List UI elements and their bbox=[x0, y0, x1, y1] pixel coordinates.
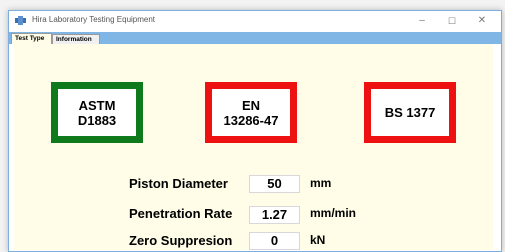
standard-en-button[interactable]: EN 13286-47 bbox=[205, 82, 297, 143]
tab-information[interactable]: Information bbox=[52, 34, 100, 44]
penetration-rate-unit: mm/min bbox=[310, 206, 357, 220]
test-type-panel: ASTM D1883 EN 13286-47 BS 1377 Piston Di… bbox=[14, 44, 493, 250]
piston-diameter-field[interactable]: 50 bbox=[249, 175, 300, 193]
standard-astm-line1: ASTM bbox=[78, 98, 116, 113]
standard-en-line1: EN bbox=[241, 98, 261, 113]
window-title: Hira Laboratory Testing Equipment bbox=[32, 15, 156, 24]
standard-bs-button[interactable]: BS 1377 bbox=[364, 82, 456, 143]
piston-diameter-label: Piston Diameter bbox=[129, 176, 228, 191]
minimize-button[interactable]: – bbox=[407, 11, 437, 31]
penetration-rate-field[interactable]: 1.27 bbox=[249, 206, 300, 224]
standard-bs-label: BS 1377 bbox=[384, 105, 436, 120]
zero-suppression-unit: kN bbox=[310, 233, 326, 247]
piston-diameter-unit: mm bbox=[310, 176, 332, 190]
standard-astm-line2: D1883 bbox=[77, 113, 117, 128]
title-bar: Hira Laboratory Testing Equipment – ☐ ✕ bbox=[9, 11, 501, 31]
close-button[interactable]: ✕ bbox=[467, 11, 497, 31]
standard-astm-button[interactable]: ASTM D1883 bbox=[51, 82, 143, 143]
maximize-button[interactable]: ☐ bbox=[437, 11, 467, 31]
tab-strip: Test Type Information bbox=[9, 32, 501, 44]
app-window: Hira Laboratory Testing Equipment – ☐ ✕ … bbox=[8, 10, 502, 252]
penetration-rate-label: Penetration Rate bbox=[129, 206, 233, 221]
app-icon bbox=[15, 16, 26, 25]
tab-test-type[interactable]: Test Type bbox=[11, 33, 52, 44]
zero-suppression-label: Zero Suppresion bbox=[129, 233, 233, 248]
standard-en-line2: 13286-47 bbox=[223, 113, 279, 128]
zero-suppression-field[interactable]: 0 bbox=[249, 232, 300, 250]
